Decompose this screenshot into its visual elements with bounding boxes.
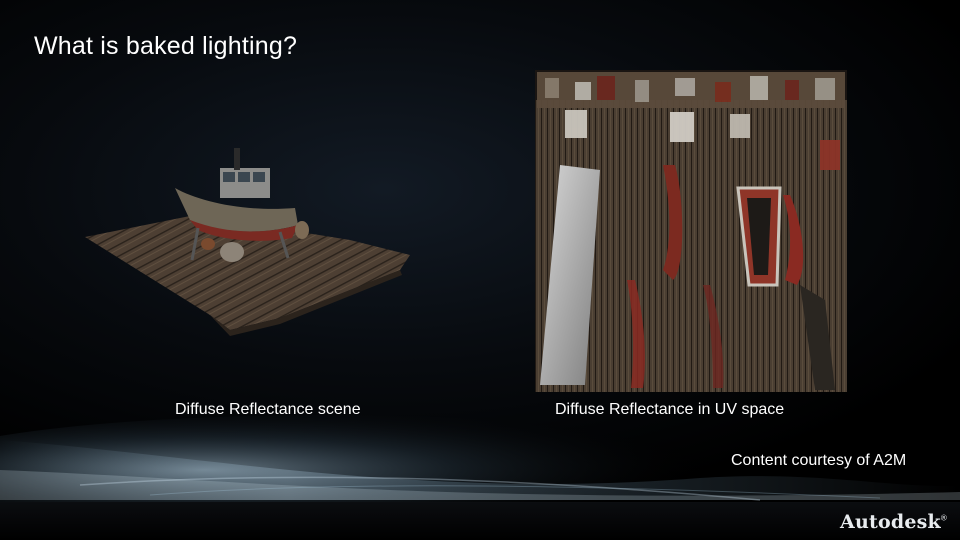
slide: What is baked lighting? Diffuse Reflecta…	[0, 0, 960, 540]
footer-bar	[0, 502, 960, 540]
uv-caption: Diffuse Reflectance in UV space	[555, 401, 785, 418]
slide-title: What is baked lighting?	[34, 32, 298, 60]
logo-text: Autodesk	[840, 511, 941, 533]
autodesk-logo: Autodesk®	[840, 511, 947, 533]
registered-mark: ®	[940, 513, 947, 523]
scene-caption: Diffuse Reflectance scene	[175, 401, 361, 418]
boat-scene-image	[85, 148, 410, 336]
content-credit: Content courtesy of A2M	[731, 452, 907, 469]
uv-texture-image	[535, 70, 847, 392]
